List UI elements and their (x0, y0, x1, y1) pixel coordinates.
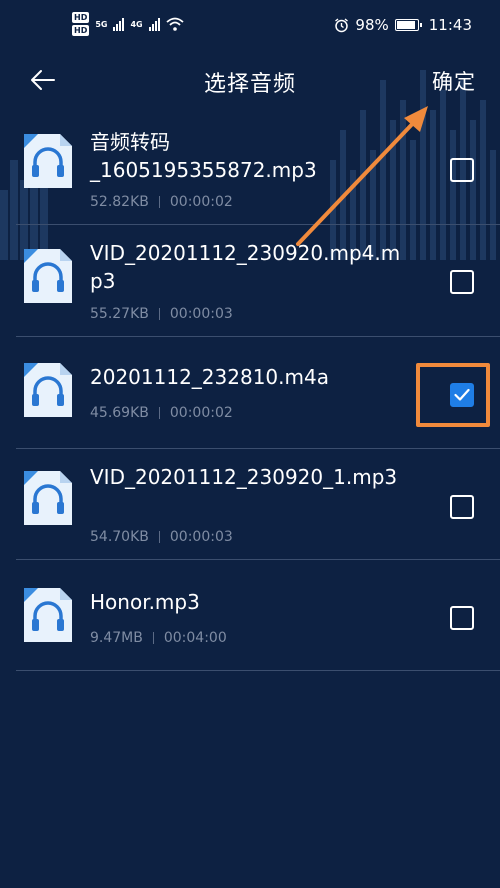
file-size: 45.69KB (90, 405, 149, 421)
file-checkbox[interactable] (450, 270, 474, 294)
file-name: VID_20201112_230920.mp4.mp3 (90, 241, 401, 293)
checkmark-icon (454, 388, 470, 401)
network-type-2: 4G (130, 19, 143, 29)
hd-badge-1: HD (72, 12, 90, 23)
file-name: Honor.mp3 (90, 590, 200, 614)
file-meta: 54.70KB 00:00:03 (90, 529, 233, 545)
file-meta: 52.82KB 00:00:02 (90, 194, 233, 210)
list-item[interactable]: 音频转码 _1605195355872.mp3 52.82KB 00:00:02 (16, 112, 500, 225)
file-duration: 00:00:03 (169, 529, 233, 545)
confirm-button[interactable]: 确定 (432, 66, 476, 96)
file-checkbox[interactable] (450, 606, 474, 630)
page-title: 选择音频 (203, 72, 296, 97)
meta-divider (158, 196, 160, 208)
file-duration: 00:00:02 (169, 194, 233, 210)
file-duration: 00:00:02 (169, 405, 233, 421)
network-indicators: HD HD 5G 4G (72, 12, 184, 36)
file-checkbox-checked[interactable] (450, 383, 474, 407)
file-checkbox[interactable] (450, 495, 474, 519)
file-duration: 00:04:00 (163, 630, 227, 646)
network-type-1: 5G (95, 19, 108, 29)
audio-file-icon (24, 363, 72, 417)
signal-icon-1 (113, 17, 125, 31)
signal-icon-2 (148, 17, 160, 31)
file-size: 9.47MB (90, 630, 143, 646)
battery-percent: 98% (355, 16, 389, 34)
audio-file-icon (24, 588, 72, 642)
meta-divider (158, 407, 160, 419)
file-size: 54.70KB (90, 529, 149, 545)
wifi-icon (166, 17, 184, 31)
file-size: 52.82KB (90, 194, 149, 210)
list-item[interactable]: Honor.mp3 9.47MB 00:04:00 (16, 560, 500, 671)
file-meta: 9.47MB 00:04:00 (90, 630, 227, 646)
meta-divider (158, 308, 160, 320)
battery-icon (394, 19, 422, 31)
meta-divider (152, 632, 154, 644)
audio-file-icon (24, 249, 72, 303)
audio-file-icon (24, 134, 72, 188)
status-bar: HD HD 5G 4G 98% 11:43 (0, 0, 500, 52)
file-meta: 55.27KB 00:00:03 (90, 306, 233, 322)
file-meta: 45.69KB 00:00:02 (90, 405, 233, 421)
file-checkbox[interactable] (450, 158, 474, 182)
meta-divider (158, 531, 160, 543)
file-duration: 00:00:03 (169, 306, 233, 322)
audio-file-icon (24, 471, 72, 525)
file-name: VID_20201112_230920_1.mp3 (90, 465, 398, 489)
list-item[interactable]: VID_20201112_230920_1.mp3 54.70KB 00:00:… (16, 449, 500, 560)
file-name: 音频转码 _1605195355872.mp3 (90, 130, 317, 182)
audio-file-list: 音频转码 _1605195355872.mp3 52.82KB 00:00:02… (16, 112, 500, 671)
file-size: 55.27KB (90, 306, 149, 322)
status-right: 98% 11:43 (334, 16, 472, 34)
file-name: 20201112_232810.m4a (90, 365, 329, 389)
battery-fill (396, 21, 416, 29)
clock: 11:43 (428, 16, 472, 34)
hd-badges: HD HD (72, 12, 90, 36)
hd-badge-2: HD (72, 25, 90, 36)
alarm-icon (335, 17, 349, 32)
list-item[interactable]: VID_20201112_230920.mp4.mp3 55.27KB 00:0… (16, 225, 500, 337)
list-item[interactable]: 20201112_232810.m4a 45.69KB 00:00:02 (16, 337, 500, 449)
title-bar: 选择音频 确定 (0, 52, 500, 108)
